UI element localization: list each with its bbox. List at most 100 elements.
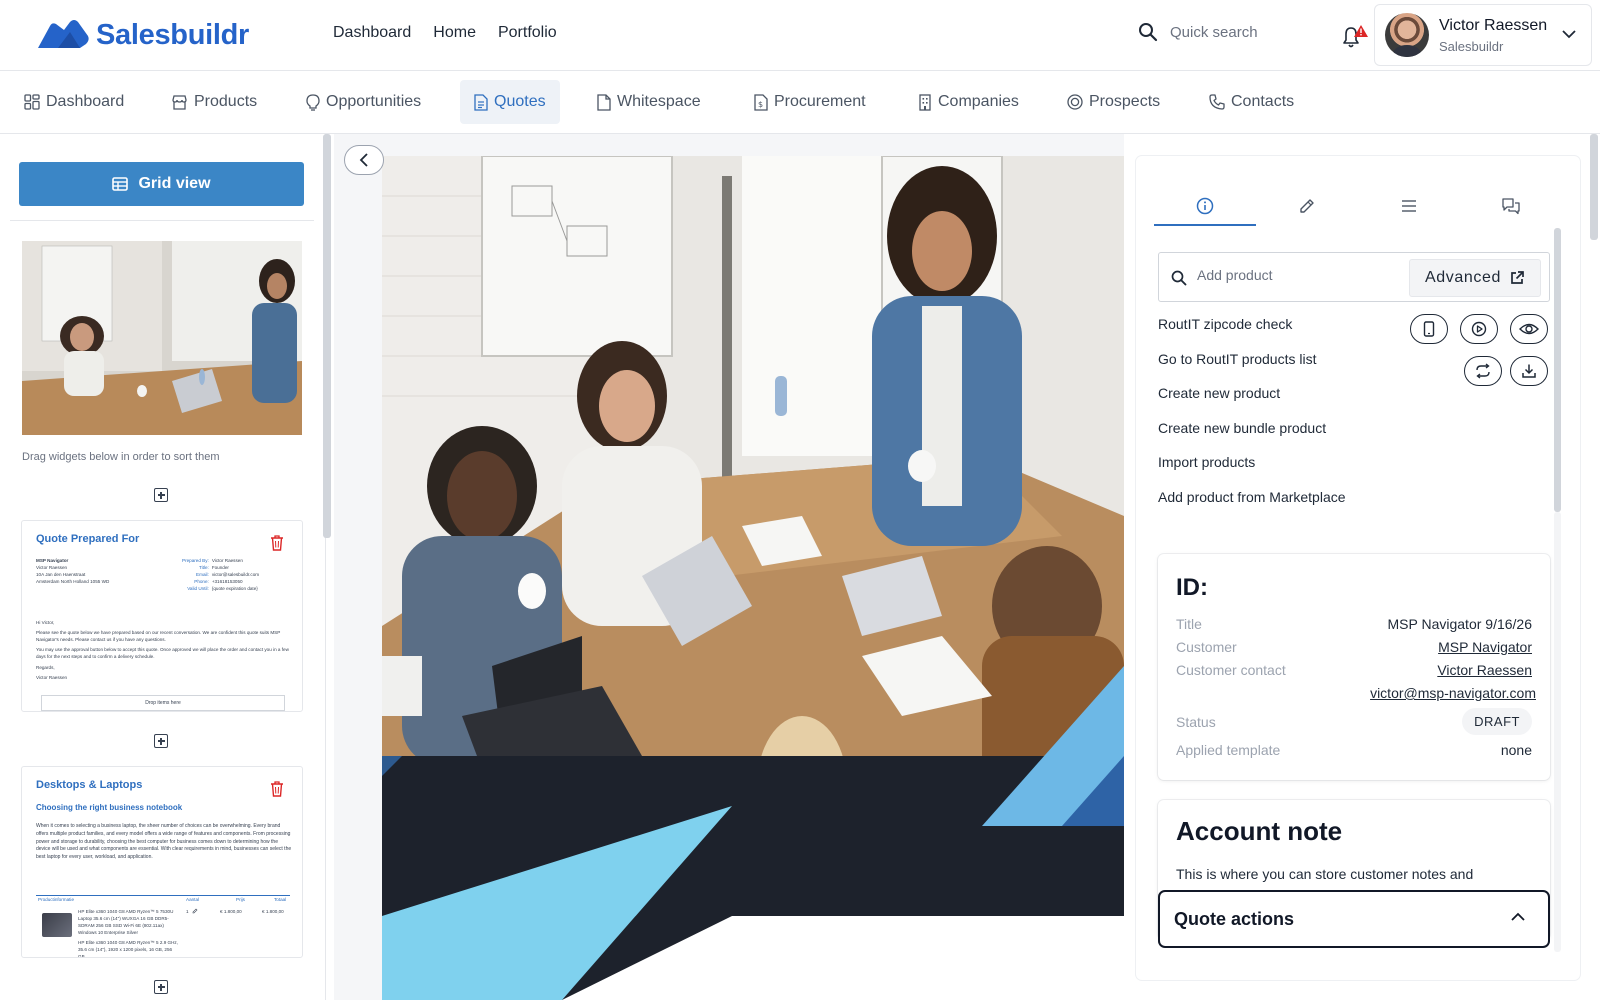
play-button[interactable]	[1460, 314, 1498, 344]
play-icon	[1471, 321, 1487, 337]
top-nav-dashboard[interactable]: Dashboard	[333, 24, 411, 42]
widget-desktops-laptops[interactable]: Desktops & Laptops Choosing the right bu…	[21, 766, 303, 958]
product-description: HP Elite x360 1040 G8 AMD Ryzen™ 5 7530U…	[78, 909, 174, 936]
collapse-sidebar-button[interactable]	[344, 145, 384, 175]
module-tab-whitespace[interactable]: Whitespace	[583, 80, 715, 124]
meeting-photo-thumbnail	[22, 241, 302, 435]
cover-image-thumbnail[interactable]	[22, 241, 302, 435]
pencil-icon[interactable]	[192, 908, 198, 914]
tab-info[interactable]	[1154, 186, 1256, 226]
detail-label: Status	[1176, 713, 1216, 730]
widget-quote-prepared-for[interactable]: Quote Prepared For MSP Navigator Victor …	[21, 520, 303, 712]
search-icon	[1171, 270, 1187, 286]
notifications-button[interactable]	[1340, 24, 1370, 50]
page-scrollbar[interactable]	[1590, 134, 1598, 240]
widget-body: When it comes to selecting a business la…	[36, 823, 292, 860]
module-tab-quotes[interactable]: Quotes	[460, 80, 560, 124]
preview-button[interactable]	[1510, 314, 1548, 344]
chat-icon	[1502, 198, 1520, 215]
logo[interactable]: Salesbuildr	[36, 18, 249, 52]
drop-zone[interactable]: Drop items here	[41, 695, 285, 711]
quick-search-input[interactable]	[1170, 23, 1320, 41]
top-nav-portfolio[interactable]: Portfolio	[498, 24, 557, 42]
module-tab-dashboard[interactable]: Dashboard	[10, 80, 138, 124]
account-note-title: Account note	[1176, 816, 1343, 846]
download-button[interactable]	[1510, 356, 1548, 386]
target-icon	[1067, 94, 1083, 110]
module-tab-prospects[interactable]: Prospects	[1053, 80, 1174, 124]
lightbulb-icon	[306, 93, 320, 111]
add-widget-button[interactable]	[154, 980, 168, 994]
action-create-bundle[interactable]: Create new bundle product	[1158, 420, 1346, 455]
product-qty: 1	[186, 909, 189, 914]
document-icon	[474, 93, 488, 111]
action-routit-products[interactable]: Go to RoutIT products list	[1158, 351, 1346, 386]
module-tab-contacts[interactable]: Contacts	[1195, 80, 1308, 124]
action-create-product[interactable]: Create new product	[1158, 385, 1346, 420]
product-image	[42, 913, 72, 937]
panel-scrollbar[interactable]	[1554, 228, 1561, 512]
quote-actions-label: Quote actions	[1174, 908, 1295, 929]
advanced-search-button[interactable]: Advanced	[1409, 259, 1541, 297]
tab-comments[interactable]	[1460, 186, 1562, 226]
add-widget-button[interactable]	[154, 488, 168, 502]
brand-name: Salesbuildr	[96, 18, 250, 51]
advanced-label: Advanced	[1425, 269, 1501, 286]
module-label: Procurement	[774, 93, 866, 110]
user-menu[interactable]: Victor Raessen Salesbuildr	[1374, 4, 1592, 66]
cover-image[interactable]	[382, 156, 1124, 1000]
customer-link[interactable]: MSP Navigator	[1438, 639, 1532, 655]
svg-text:$: $	[758, 100, 763, 109]
quote-details-card: ID: Title MSP Navigator 9/16/26 Customer…	[1158, 554, 1550, 780]
contact-email-link[interactable]: victor@msp-navigator.com	[1370, 685, 1536, 701]
module-tab-companies[interactable]: Companies	[904, 80, 1033, 124]
dashboard-icon	[24, 94, 40, 110]
contact-link[interactable]: Victor Raessen	[1437, 662, 1532, 678]
module-tab-products[interactable]: Products	[157, 80, 271, 124]
account-note-body[interactable]: This is where you can store customer not…	[1176, 866, 1473, 882]
product-price: € 1.800,00	[220, 909, 242, 914]
action-marketplace[interactable]: Add product from Marketplace	[1158, 489, 1346, 524]
add-product-input[interactable]	[1197, 267, 1397, 283]
bell-icon	[1343, 25, 1368, 48]
pencil-icon	[1300, 199, 1314, 213]
table-header: Totaal	[274, 897, 287, 902]
top-nav-home[interactable]: Home	[433, 24, 476, 42]
product-actions: RoutIT zipcode check Go to RoutIT produc…	[1158, 316, 1346, 523]
add-widget-button[interactable]	[154, 734, 168, 748]
action-routit-zipcode[interactable]: RoutIT zipcode check	[1158, 316, 1346, 351]
module-label: Companies	[938, 93, 1019, 110]
product-total: € 1.800,00	[262, 909, 284, 914]
module-tab-opportunities[interactable]: Opportunities	[292, 80, 435, 124]
trash-icon[interactable]	[270, 535, 284, 551]
module-tab-procurement[interactable]: $ Procurement	[740, 80, 880, 124]
detail-row-customer: Customer MSP Navigator	[1176, 639, 1532, 655]
widget-title: Desktops & Laptops	[36, 779, 143, 791]
trash-icon[interactable]	[270, 781, 284, 797]
module-label: Prospects	[1089, 93, 1161, 110]
user-name: Victor Raessen	[1439, 16, 1548, 34]
widget-sidebar: Grid view Drag widgets below in order to…	[0, 134, 326, 1000]
eye-icon	[1519, 323, 1539, 335]
sidebar-scrollbar[interactable]	[323, 134, 331, 538]
top-nav: Dashboard Home Portfolio	[333, 24, 557, 42]
detail-row-contact: Customer contact Victor Raessen	[1176, 662, 1532, 678]
quick-search	[1138, 22, 1320, 42]
chevron-down-icon	[1562, 30, 1576, 39]
table-rule	[36, 895, 290, 896]
active-tab-indicator	[1154, 224, 1256, 226]
search-icon	[1139, 23, 1158, 42]
mobile-preview-button[interactable]	[1410, 314, 1448, 344]
salesbuildr-logo-icon	[38, 20, 89, 48]
tab-list[interactable]	[1358, 186, 1460, 226]
detail-row-email: victor@msp-navigator.com	[1176, 685, 1536, 701]
grid-view-button[interactable]: Grid view	[19, 162, 304, 206]
detail-label: Customer contact	[1176, 662, 1286, 678]
action-import-products[interactable]: Import products	[1158, 454, 1346, 489]
tab-edit[interactable]	[1256, 186, 1358, 226]
detail-value: none	[1500, 742, 1532, 758]
sync-button[interactable]	[1464, 356, 1502, 386]
external-link-icon	[1511, 271, 1524, 284]
panel-tabs	[1154, 186, 1562, 226]
quote-actions-toggle[interactable]: Quote actions	[1158, 890, 1550, 948]
